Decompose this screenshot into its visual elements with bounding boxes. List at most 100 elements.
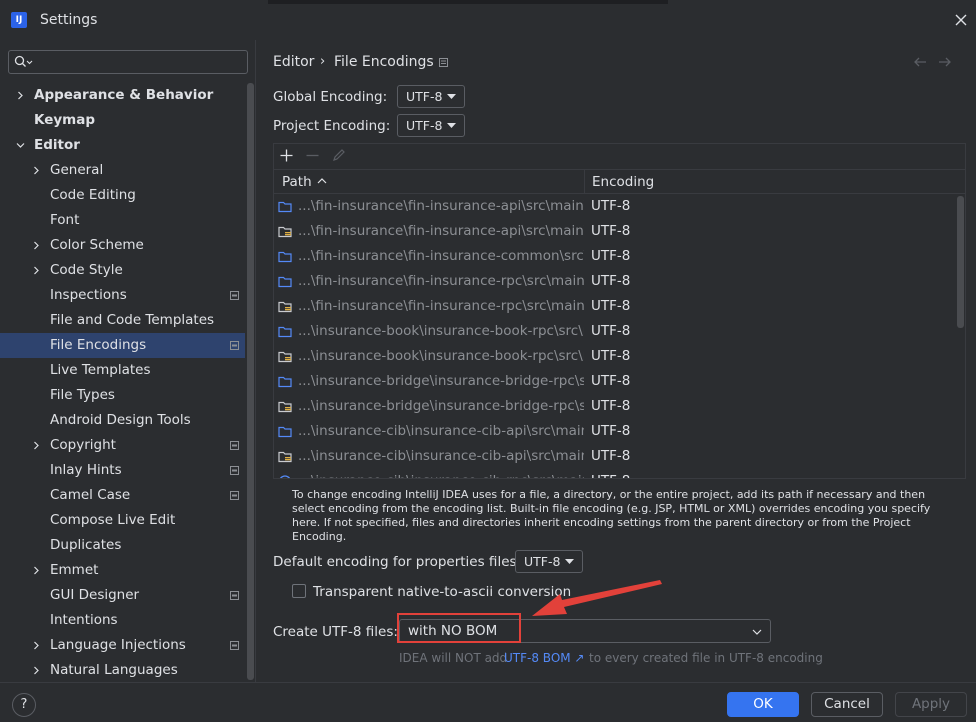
sidebar-scrollbar[interactable] <box>247 83 254 680</box>
column-header-encoding[interactable]: Encoding <box>592 174 654 190</box>
chevron-right-icon[interactable] <box>32 641 41 650</box>
table-row[interactable]: ...\insurance-book\insurance-book-rpc\sr… <box>274 319 954 344</box>
properties-encoding-dropdown[interactable]: UTF-8 <box>515 550 583 573</box>
dropdown-arrow-icon <box>565 559 574 564</box>
sidebar-item[interactable]: GUI Designer <box>0 583 245 608</box>
sidebar-item[interactable]: Duplicates <box>0 533 245 558</box>
encoding-cell[interactable]: UTF-8 <box>591 444 630 469</box>
chevron-right-icon[interactable] <box>32 666 41 675</box>
sidebar-item-label: Language Injections <box>50 637 186 653</box>
back-arrow-icon[interactable] <box>913 56 927 68</box>
apply-button[interactable]: Apply <box>895 692 967 717</box>
sidebar-item[interactable]: Intentions <box>0 608 245 633</box>
chevron-right-icon[interactable] <box>16 91 25 100</box>
project-scope-icon <box>230 591 239 600</box>
sidebar-item-label: Android Design Tools <box>50 412 191 428</box>
sidebar-item[interactable]: Copyright <box>0 433 245 458</box>
table-row[interactable]: ...\fin-insurance\fin-insurance-api\src\… <box>274 194 954 219</box>
table-row[interactable]: ...\fin-insurance\fin-insurance-rpc\src\… <box>274 269 954 294</box>
sidebar-item[interactable]: Natural Languages <box>0 658 245 683</box>
utf8-bom-link[interactable]: UTF-8 BOM ↗ <box>504 651 584 665</box>
sidebar-item[interactable]: Camel Case <box>0 483 245 508</box>
sidebar-item[interactable]: Compose Live Edit <box>0 508 245 533</box>
table-row[interactable]: ...\insurance-cib\insurance-cib-rpc\src\… <box>274 469 954 478</box>
encoding-cell[interactable]: UTF-8 <box>591 244 630 269</box>
sidebar-item[interactable]: Emmet <box>0 558 245 583</box>
sidebar-item[interactable]: Live Templates <box>0 358 245 383</box>
ok-button[interactable]: OK <box>727 692 799 717</box>
table-scrollbar[interactable] <box>957 196 964 328</box>
encoding-cell[interactable]: UTF-8 <box>591 469 630 478</box>
sidebar-item[interactable]: Language Injections <box>0 633 245 658</box>
remove-icon[interactable] <box>306 149 319 162</box>
table-row[interactable]: ...\insurance-cib\insurance-cib-api\src\… <box>274 419 954 444</box>
column-divider[interactable] <box>584 170 585 194</box>
table-row[interactable]: ...\insurance-bridge\insurance-bridge-rp… <box>274 394 954 419</box>
sidebar-item[interactable]: Editor <box>0 133 245 158</box>
table-row[interactable]: ...\insurance-bridge\insurance-bridge-rp… <box>274 369 954 394</box>
edit-pencil-icon[interactable] <box>332 148 346 162</box>
table-row[interactable]: ...\insurance-book\insurance-book-rpc\sr… <box>274 344 954 369</box>
encoding-cell[interactable]: UTF-8 <box>591 269 630 294</box>
sidebar-item[interactable]: Inspections <box>0 283 245 308</box>
bom-note-suffix: to every created file in UTF-8 encoding <box>589 651 823 665</box>
path-cell: ...\insurance-book\insurance-book-rpc\sr… <box>298 348 584 364</box>
sidebar-item[interactable]: Keymap <box>0 108 245 133</box>
sidebar-item[interactable]: File and Code Templates <box>0 308 245 333</box>
table-row[interactable]: ...\insurance-cib\insurance-cib-api\src\… <box>274 444 954 469</box>
chevron-right-icon[interactable] <box>32 266 41 275</box>
table-row[interactable]: ...\fin-insurance\fin-insurance-api\src\… <box>274 219 954 244</box>
sidebar-item[interactable]: Code Editing <box>0 183 245 208</box>
folder-icon <box>278 251 292 263</box>
folder-icon <box>278 326 292 338</box>
settings-search-input[interactable] <box>8 50 248 74</box>
help-button[interactable]: ? <box>12 693 36 717</box>
native-to-ascii-checkbox[interactable] <box>292 584 306 598</box>
sidebar-item[interactable]: File Types <box>0 383 245 408</box>
project-scope-icon <box>230 641 239 650</box>
sidebar-item[interactable]: Appearance & Behavior <box>0 83 245 108</box>
chevron-right-icon[interactable] <box>32 566 41 575</box>
create-utf8-label: Create UTF-8 files: <box>273 624 398 640</box>
chevron-right-icon[interactable] <box>32 166 41 175</box>
path-cell: ...\fin-insurance\fin-insurance-api\src\… <box>298 198 584 214</box>
project-encoding-dropdown[interactable]: UTF-8 <box>397 114 465 137</box>
encoding-cell[interactable]: UTF-8 <box>591 294 630 319</box>
encoding-cell[interactable]: UTF-8 <box>591 319 630 344</box>
add-icon[interactable] <box>280 149 293 162</box>
chevron-right-icon[interactable] <box>32 441 41 450</box>
dropdown-arrow-icon <box>447 123 456 128</box>
sidebar-item[interactable]: General <box>0 158 245 183</box>
sidebar-item[interactable]: Font <box>0 208 245 233</box>
folder-icon <box>278 201 292 213</box>
encoding-cell[interactable]: UTF-8 <box>591 369 630 394</box>
sidebar-item[interactable]: Color Scheme <box>0 233 245 258</box>
title-bar <box>0 0 976 40</box>
chevron-down-icon[interactable] <box>16 141 25 150</box>
sidebar-item[interactable]: Android Design Tools <box>0 408 245 433</box>
sidebar-item[interactable]: Code Style <box>0 258 245 283</box>
sidebar-item-label: Natural Languages <box>50 662 178 678</box>
encoding-cell[interactable]: UTF-8 <box>591 194 630 219</box>
breadcrumb-parent[interactable]: Editor <box>273 54 314 70</box>
sidebar-item-label: Compose Live Edit <box>50 512 176 528</box>
table-row[interactable]: ...\fin-insurance\fin-insurance-common\s… <box>274 244 954 269</box>
sidebar-item[interactable]: Inlay Hints <box>0 458 245 483</box>
encoding-help-text: To change encoding IntelliJ IDEA uses fo… <box>292 488 931 543</box>
table-row[interactable]: ...\fin-insurance\fin-insurance-rpc\src\… <box>274 294 954 319</box>
forward-arrow-icon[interactable] <box>938 56 952 68</box>
encoding-cell[interactable]: UTF-8 <box>591 419 630 444</box>
encoding-cell[interactable]: UTF-8 <box>591 219 630 244</box>
close-icon[interactable] <box>953 12 969 28</box>
chevron-right-icon[interactable] <box>32 241 41 250</box>
path-cell: ...\fin-insurance\fin-insurance-rpc\src\… <box>298 273 584 289</box>
global-encoding-dropdown[interactable]: UTF-8 <box>397 85 465 108</box>
background-window-strip <box>268 0 668 4</box>
cancel-button[interactable]: Cancel <box>811 692 883 717</box>
sidebar-item[interactable]: File Encodings <box>0 333 245 358</box>
column-header-path[interactable]: Path <box>282 174 312 190</box>
encoding-cell[interactable]: UTF-8 <box>591 344 630 369</box>
sidebar-item-label: Live Templates <box>50 362 151 378</box>
resources-folder-icon <box>278 351 292 363</box>
encoding-cell[interactable]: UTF-8 <box>591 394 630 419</box>
